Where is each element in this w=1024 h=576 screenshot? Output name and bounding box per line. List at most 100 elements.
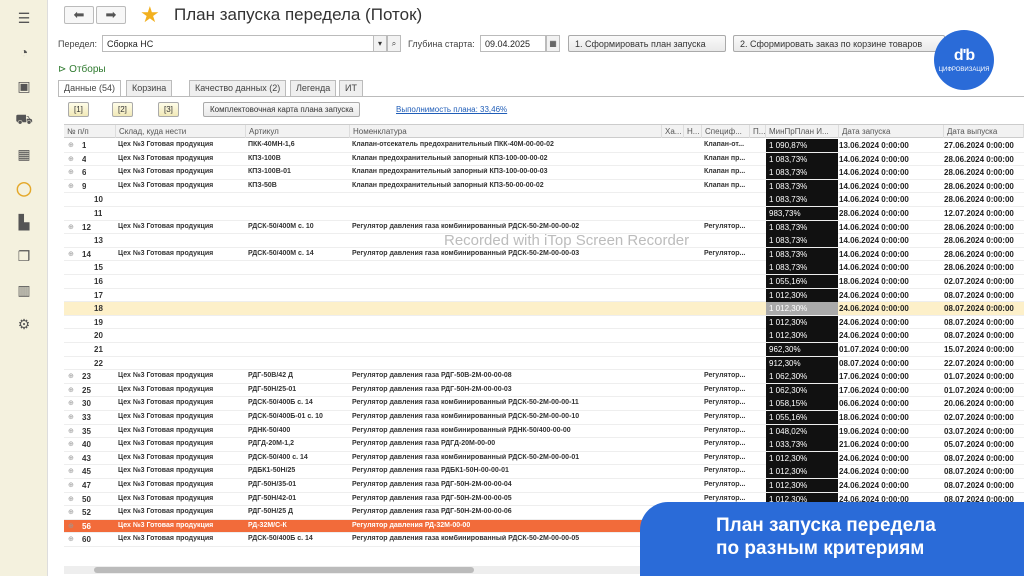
tab-data-quality[interactable]: Качество данных (2)	[189, 80, 287, 96]
table-row[interactable]: ⊕ 30 Цех №3 Готовая продукция РДСК-50/400Б …	[64, 397, 1024, 411]
filters-toggle[interactable]: ⊳ Отборы	[58, 64, 106, 75]
peredel-label: Передел:	[58, 39, 97, 49]
depth-date-field[interactable]: 09.04.2025	[480, 35, 546, 52]
menu-icon[interactable]: ☰	[0, 4, 48, 32]
table-row[interactable]: ⊕ 47 Цех №3 Готовая продукция РДГ-50Н/35-01…	[64, 479, 1024, 493]
table-row[interactable]: ⊕ 43 Цех №3 Готовая продукция РДСК-50/400 с…	[64, 451, 1024, 466]
cell-start-date: 24.06.2024 0:00:00	[839, 317, 909, 327]
table-row[interactable]: ⊕ 23 Цех №3 Готовая продукция РДГ-50В/42 Д Р…	[64, 370, 1024, 384]
expand-icon: ⊕	[68, 509, 74, 517]
plan-feasibility-link[interactable]: Выполнимость плана: 33,46%	[396, 105, 507, 114]
table-row[interactable]: ⊕ 9 Цех №3 Готовая продукция КПЗ-50В Клапан …	[64, 179, 1024, 194]
col-n[interactable]: Н...	[684, 125, 702, 138]
table-row[interactable]: 21 962,30% 01.07.2024 0:00:00 15.07.2024 0:…	[64, 343, 1024, 357]
table-row[interactable]: 11 983,73% 28.06.2024 0:00:00 12.07.2024 0:…	[64, 207, 1024, 221]
table-row[interactable]: ⊕ 35 Цех №3 Готовая продукция РДНК-50/400 Ре…	[64, 424, 1024, 439]
cell-warehouse: Цех №3 Готовая продукция	[118, 181, 214, 189]
bar-chart-icon[interactable]: ▥	[0, 276, 48, 304]
col-spec[interactable]: Специф...	[702, 125, 750, 138]
table-row[interactable]: 19 1 012,30% 24.06.2024 0:00:00 08.07.2024 …	[64, 315, 1024, 330]
level-3-button[interactable]: [3]	[158, 102, 179, 117]
col-char[interactable]: Ха...	[662, 125, 684, 138]
cell-release-date: 08.07.2024 0:00:00	[944, 467, 1014, 477]
cell-number: 52	[82, 508, 91, 518]
forward-button[interactable]: ➡	[96, 6, 126, 24]
expand-icon: ⊕	[68, 482, 74, 489]
peredel-field[interactable]: Сборка НС	[102, 35, 374, 52]
table-icon[interactable]: ▦	[0, 140, 48, 168]
form-order-button[interactable]: 2. Сформировать заказ по корзине товаров	[733, 35, 945, 52]
col-p[interactable]: П...	[750, 125, 766, 138]
table-row[interactable]: ⊕ 4 Цех №3 Готовая продукция КПЗ-100В Клапан…	[64, 152, 1024, 167]
cell-number: 56	[82, 521, 91, 531]
table-row[interactable]: ⊕ 25 Цех №3 Готовая продукция РДГ-50Н/25-01…	[64, 383, 1024, 398]
col-min-plan[interactable]: МинПрПлан И...	[766, 125, 839, 138]
cell-article: РДГ-50Н/42-01	[248, 494, 297, 502]
level-2-button[interactable]: [2]	[112, 102, 133, 117]
col-release-date[interactable]: Дата выпуска	[944, 125, 1024, 138]
table-row[interactable]: 20 1 012,30% 24.06.2024 0:00:00 08.07.2024 …	[64, 329, 1024, 343]
cell-number: 1	[82, 141, 87, 150]
tab-it[interactable]: ИТ	[339, 80, 363, 96]
cell-article: РД-32М/С-К	[248, 521, 287, 529]
table-row[interactable]: ⊕ 33 Цех №3 Готовая продукция РДСК-50/400Б-…	[64, 411, 1024, 425]
col-start-date[interactable]: Дата запуска	[839, 125, 944, 138]
table-row[interactable]: ⊕ 45 Цех №3 Готовая продукция РДБК1-50Н/25 Р…	[64, 465, 1024, 479]
tab-data[interactable]: Данные (54)	[58, 80, 122, 97]
back-button[interactable]: ⬅	[64, 6, 94, 24]
pie-chart-icon[interactable]: ◔	[0, 38, 48, 66]
tab-cart[interactable]: Корзина	[126, 80, 173, 96]
cell-number: 14	[82, 249, 91, 259]
filters-label: Отборы	[69, 64, 106, 75]
level-1-button[interactable]: [1]	[68, 102, 89, 117]
kit-card-button[interactable]: Комплектовочная карта плана запуска	[203, 102, 361, 117]
table-row[interactable]: ⊕ 14 Цех №3 Готовая продукция РДСК-50/400М …	[64, 247, 1024, 262]
table-row[interactable]: ⊕ 6 Цех №3 Готовая продукция КПЗ-100В-01 Кла…	[64, 166, 1024, 180]
open-form-icon[interactable]: ⌕	[387, 35, 401, 52]
expand-icon: ⊕	[68, 414, 74, 421]
bag-icon[interactable]: ▣	[0, 72, 48, 100]
cell-number: 25	[82, 385, 91, 395]
cell-warehouse: Цех №3 Готовая продукция	[118, 440, 214, 448]
table-row[interactable]: ⊕ 40 Цех №3 Готовая продукция РДГД-20М-1,2 Р…	[64, 438, 1024, 452]
calendar-icon[interactable]: ▦	[546, 35, 560, 52]
table-row[interactable]: ⊕ 1 Цех №3 Готовая продукция ПКК-40МН-1,6 Кл…	[64, 139, 1024, 153]
factory-icon[interactable]: ▙	[0, 208, 48, 236]
dropdown-icon[interactable]: ▾	[373, 35, 387, 52]
cell-warehouse: Цех №3 Готовая продукция	[118, 222, 214, 230]
cell-start-date: 24.06.2024 0:00:00	[839, 467, 909, 477]
cell-warehouse: Цех №3 Готовая продукция	[118, 467, 214, 475]
col-number[interactable]: № п/п	[64, 125, 116, 138]
table-row[interactable]: 17 1 012,30% 24.06.2024 0:00:00 08.07.2024 …	[64, 288, 1024, 303]
table-row[interactable]: 16 1 055,16% 18.06.2024 0:00:00 02.07.2024 …	[64, 275, 1024, 289]
cell-min-plan: 1 012,30%	[766, 451, 838, 465]
col-article[interactable]: Артикул	[246, 125, 350, 138]
cell-min-plan: 1 055,16%	[766, 275, 838, 288]
form-plan-button[interactable]: 1. Сформировать план запуска	[568, 35, 726, 52]
caption-line-1: План запуска передела	[716, 515, 936, 536]
table-row[interactable]: 22 912,30% 08.07.2024 0:00:00 22.07.2024 0:…	[64, 356, 1024, 371]
favorite-star-icon[interactable]: ★	[140, 2, 160, 28]
cell-number: 22	[94, 358, 103, 368]
expand-icon: ⊕	[68, 169, 74, 177]
gear-icon[interactable]: ⚙	[0, 310, 48, 338]
col-nomenclature[interactable]: Номенклатура	[350, 125, 662, 138]
cell-spec: Клапан пр...	[704, 154, 746, 162]
table-row[interactable]: 15 1 083,73% 14.06.2024 0:00:00 28.06.2024 …	[64, 261, 1024, 275]
ring-chart-icon[interactable]: ◯	[0, 174, 48, 202]
cell-release-date: 22.07.2024 0:00:00	[944, 358, 1014, 368]
cell-number: 33	[82, 413, 91, 422]
col-warehouse[interactable]: Склад, куда нести	[116, 125, 246, 138]
table-row[interactable]: 10 1 083,73% 14.06.2024 0:00:00 28.06.2024 …	[64, 193, 1024, 207]
table-row[interactable]: 18 1 012,30% 24.06.2024 0:00:00 08.07.2024 …	[64, 302, 1024, 316]
documents-icon[interactable]: ❐	[0, 242, 48, 270]
cell-number: 45	[82, 467, 91, 477]
tab-legend[interactable]: Легенда	[290, 80, 337, 96]
cell-warehouse: Цех №3 Готовая продукция	[118, 535, 214, 543]
horizontal-scrollbar[interactable]	[64, 566, 664, 574]
cell-number: 9	[82, 181, 87, 191]
cell-min-plan: 1 012,30%	[766, 465, 838, 479]
scroll-thumb[interactable]	[94, 567, 474, 573]
cell-start-date: 18.06.2024 0:00:00	[839, 413, 909, 422]
cart-icon[interactable]: ⛟	[0, 106, 48, 134]
